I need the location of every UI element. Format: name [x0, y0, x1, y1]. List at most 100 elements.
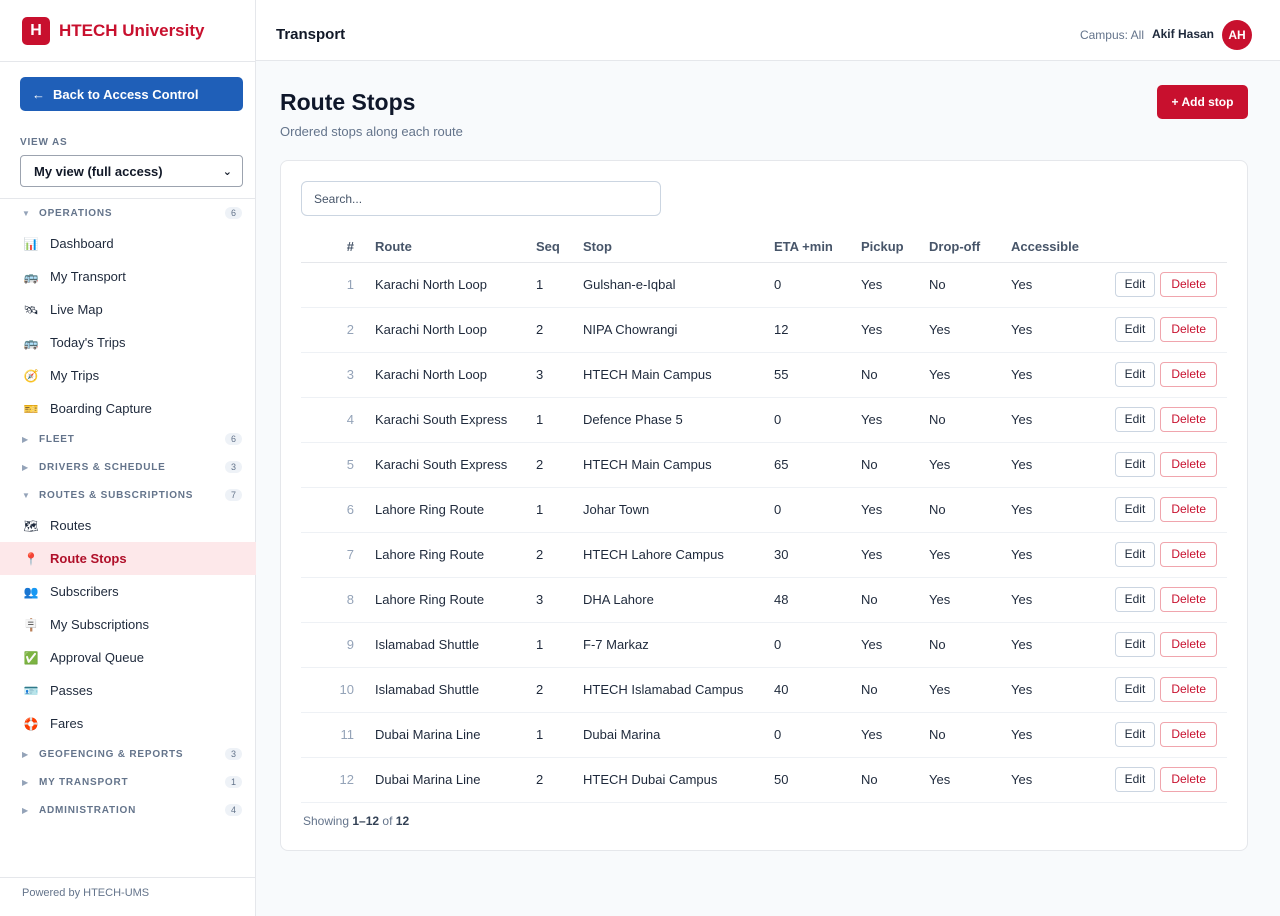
- delete-button[interactable]: Delete: [1160, 587, 1217, 612]
- back-to-access-control-button[interactable]: ← Back to Access Control: [20, 77, 243, 111]
- sidebar-item-route-stops[interactable]: 📍 Route Stops: [0, 542, 256, 575]
- sidebar-item-passes[interactable]: 🪪 Passes: [0, 674, 256, 707]
- sidebar-item-label: Approval Queue: [50, 650, 144, 665]
- cell-route: Karachi North Loop: [375, 307, 536, 353]
- table-row: 4 Karachi South Express 1 Defence Phase 50Y…: [301, 397, 1227, 443]
- delete-button[interactable]: Delete: [1160, 272, 1217, 297]
- sidebar-item-subscribers[interactable]: 👥 Subscribers: [0, 575, 256, 608]
- edit-button[interactable]: Edit: [1114, 767, 1156, 792]
- sidebar-item-my-trips[interactable]: 🧭 My Trips: [0, 359, 256, 392]
- sidebar-item-approval-queue[interactable]: ✅ Approval Queue: [0, 641, 256, 674]
- sidebar-item-dashboard[interactable]: 📊 Dashboard: [0, 227, 256, 260]
- cell-route: Islamabad Shuttle: [375, 667, 536, 713]
- edit-button[interactable]: Edit: [1114, 317, 1156, 342]
- cell-eta: 0: [774, 262, 861, 308]
- col-num[interactable]: #: [301, 231, 375, 263]
- cell-seq: 1: [536, 262, 583, 308]
- cell-accessible: Yes: [1011, 442, 1101, 488]
- sidebar-item-boarding-capture[interactable]: 🎫 Boarding Capture: [0, 392, 256, 425]
- nav-group-count: 3: [224, 748, 242, 760]
- edit-button[interactable]: Edit: [1114, 677, 1156, 702]
- user-name[interactable]: Akif Hasan: [1152, 27, 1214, 41]
- delete-button[interactable]: Delete: [1160, 767, 1217, 792]
- col-stop[interactable]: Stop: [583, 231, 774, 263]
- cell-dropoff: Yes: [929, 532, 1011, 578]
- nav-group-3[interactable]: ▼ ROUTES & SUBSCRIPTIONS 7: [0, 481, 256, 509]
- delete-button[interactable]: Delete: [1160, 362, 1217, 387]
- nav-group-title: ROUTES & SUBSCRIPTIONS: [39, 489, 194, 501]
- sidebar-item-today-s-trips[interactable]: 🚌 Today's Trips: [0, 326, 256, 359]
- delete-button[interactable]: Delete: [1160, 722, 1217, 747]
- cell-pickup: Yes: [861, 262, 929, 308]
- campus-filter[interactable]: Campus: All: [1080, 28, 1144, 42]
- edit-button[interactable]: Edit: [1114, 452, 1156, 477]
- showing-prefix: Showing: [303, 814, 350, 828]
- cell-pickup: No: [861, 667, 929, 713]
- edit-button[interactable]: Edit: [1114, 722, 1156, 747]
- sidebar-item-fares[interactable]: 🛟 Fares: [0, 707, 256, 740]
- sidebar-item-label: My Trips: [50, 368, 100, 383]
- edit-button[interactable]: Edit: [1114, 542, 1156, 567]
- delete-button[interactable]: Delete: [1160, 452, 1217, 477]
- view-as-label: VIEW AS: [20, 137, 68, 148]
- delete-button[interactable]: Delete: [1160, 677, 1217, 702]
- cell-accessible: Yes: [1011, 352, 1101, 398]
- bus-icon: 🚌: [23, 269, 39, 284]
- edit-button[interactable]: Edit: [1114, 632, 1156, 657]
- cell-route: Lahore Ring Route: [375, 487, 536, 533]
- col-route[interactable]: Route: [375, 231, 536, 263]
- cell-pickup: No: [861, 757, 929, 803]
- nav-group-5[interactable]: ▶ MY TRANSPORT 1: [0, 768, 256, 796]
- col-dropoff[interactable]: Drop-off: [929, 231, 1011, 263]
- nav-group-4[interactable]: ▶ GEOFENCING & REPORTS 3: [0, 740, 256, 768]
- cell-actions: Edit Delete: [1101, 352, 1227, 398]
- sidebar-item-live-map[interactable]: 🛰 Live Map: [0, 293, 256, 326]
- nav-group-title: DRIVERS & SCHEDULE: [39, 461, 166, 473]
- delete-button[interactable]: Delete: [1160, 632, 1217, 657]
- sidebar-item-my-subscriptions[interactable]: 🪧 My Subscriptions: [0, 608, 256, 641]
- nav-group-6[interactable]: ▶ ADMINISTRATION 4: [0, 796, 256, 824]
- cell-seq: 1: [536, 622, 583, 668]
- col-accessible[interactable]: Accessible: [1011, 231, 1101, 263]
- nav-group-2[interactable]: ▶ DRIVERS & SCHEDULE 3: [0, 453, 256, 481]
- avatar[interactable]: AH: [1222, 20, 1252, 50]
- sidebar-item-my-transport[interactable]: 🚌 My Transport: [0, 260, 256, 293]
- col-eta[interactable]: ETA +min: [774, 231, 861, 263]
- brand[interactable]: H HTECH University: [0, 0, 255, 62]
- col-pickup[interactable]: Pickup: [861, 231, 929, 263]
- cell-actions: Edit Delete: [1101, 442, 1227, 488]
- delete-button[interactable]: Delete: [1160, 497, 1217, 522]
- cell-dropoff: Yes: [929, 307, 1011, 353]
- cell-dropoff: Yes: [929, 442, 1011, 488]
- table-row: 6 Lahore Ring Route 1 Johar Town 0 Yes No Yes Ed…: [301, 487, 1227, 533]
- triangle-down-icon: ▼: [22, 208, 30, 218]
- pin-icon: 📍: [23, 551, 39, 566]
- edit-button[interactable]: Edit: [1114, 587, 1156, 612]
- edit-button[interactable]: Edit: [1114, 362, 1156, 387]
- cell-actions: Edit Delete: [1101, 487, 1227, 533]
- map-icon: 🗺: [23, 518, 39, 533]
- edit-button[interactable]: Edit: [1114, 497, 1156, 522]
- delete-button[interactable]: Delete: [1160, 542, 1217, 567]
- col-seq[interactable]: Seq: [536, 231, 583, 263]
- search-input[interactable]: [301, 181, 661, 216]
- add-stop-button[interactable]: + Add stop: [1157, 85, 1248, 119]
- sidebar-item-routes[interactable]: 🗺 Routes: [0, 509, 256, 542]
- view-as-select[interactable]: My view (full access) ⌄: [20, 155, 243, 187]
- triangle-right-icon: ▶: [22, 434, 29, 444]
- col-actions: [1101, 231, 1227, 263]
- sidebar-item-label: Dashboard: [50, 236, 114, 251]
- cell-seq: 1: [536, 397, 583, 443]
- nav-group-0[interactable]: ▼ OPERATIONS 6: [0, 199, 256, 227]
- cell-num: 4: [301, 397, 375, 443]
- sidebar-item-label: Live Map: [50, 302, 103, 317]
- edit-button[interactable]: Edit: [1114, 407, 1156, 432]
- sidebar-item-label: Today's Trips: [50, 335, 126, 350]
- delete-button[interactable]: Delete: [1160, 317, 1217, 342]
- edit-button[interactable]: Edit: [1114, 272, 1156, 297]
- cell-eta: 12: [774, 307, 861, 353]
- delete-button[interactable]: Delete: [1160, 407, 1217, 432]
- check-icon: ✅: [23, 650, 39, 665]
- nav-group-1[interactable]: ▶ FLEET 6: [0, 425, 256, 453]
- cell-accessible: Yes: [1011, 397, 1101, 443]
